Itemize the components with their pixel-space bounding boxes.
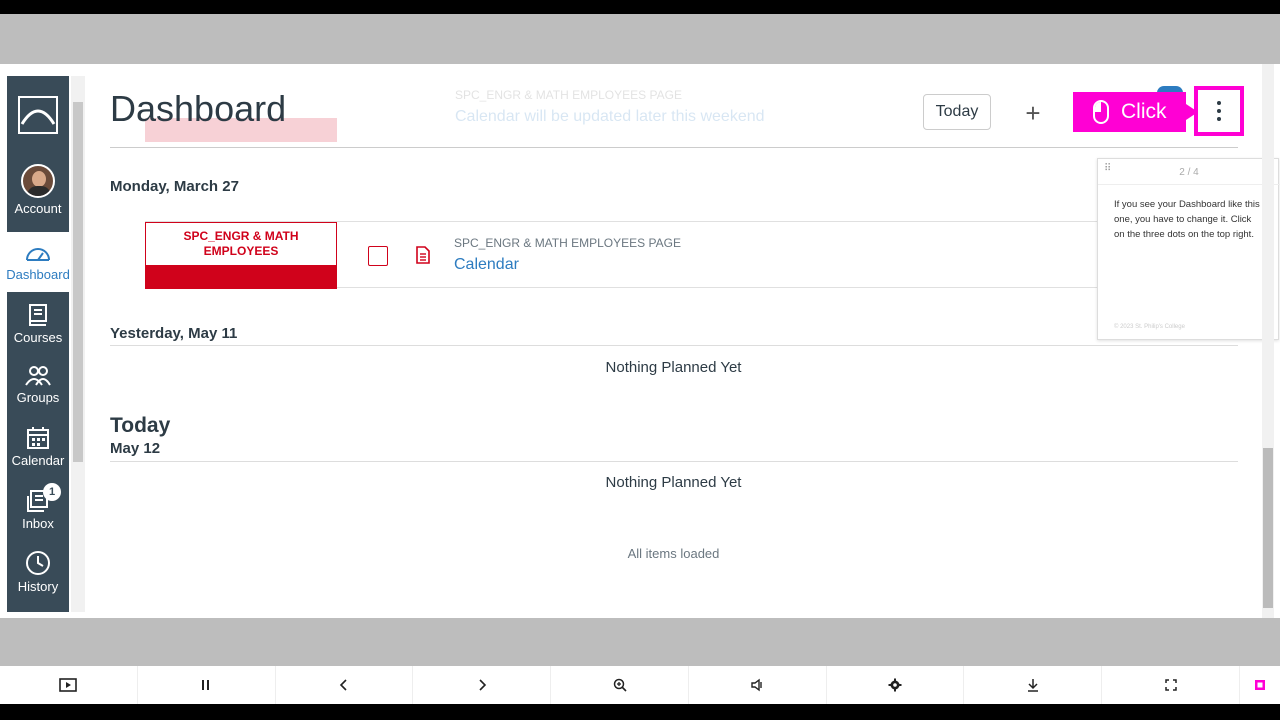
guide-tooltip: ⠿ 2 / 4 If you see your Dashboard like t… [1097,158,1280,340]
scrollbar-thumb[interactable] [1263,448,1273,608]
zoom-button[interactable] [551,666,689,704]
zoom-icon [613,678,627,692]
stop-button[interactable] [1240,666,1280,704]
previous-button[interactable] [276,666,414,704]
tooltip-header: ⠿ 2 / 4 [1098,159,1280,185]
nav-calendar-label: Calendar [11,453,65,468]
click-annotation-label: Click [1121,100,1167,123]
tooltip-step-count: 2 / 4 [1179,167,1199,178]
bottom-black-bar [0,704,1280,720]
canvas-logo[interactable] [7,76,69,154]
header-divider [110,147,1238,148]
course-badge[interactable]: SPC_ENGR & MATH EMPLOYEES [145,222,337,289]
today-date: May 12 [110,440,161,457]
day-heading-yesterday: Yesterday, May 11 [110,325,238,342]
day-divider-today [110,461,1238,462]
fullscreen-icon [1164,679,1177,691]
day-heading: Monday, March 27 [110,178,239,195]
nav-courses[interactable]: Courses [7,294,69,354]
item-title-link[interactable]: Calendar [454,256,519,274]
scrollbar-thumb[interactable] [73,102,83,462]
nav-dashboard[interactable]: Dashboard [6,232,70,292]
calendar-icon [27,427,49,449]
volume-icon [751,678,762,692]
complete-checkbox[interactable] [368,246,388,266]
dashboard-options-button[interactable] [1194,86,1244,136]
download-icon [1027,679,1038,692]
top-black-bar [0,0,1280,14]
pause-icon [202,680,210,690]
day-divider [110,345,1238,346]
stop-icon [1255,680,1266,690]
course-color-bar [146,265,336,288]
nav-history-label: History [17,579,59,594]
next-button[interactable] [413,666,552,704]
nav-inbox-label: Inbox [22,516,54,531]
letterbox-top [0,14,1280,64]
dashboard-icon [26,248,50,261]
empty-today-message: Nothing Planned Yet [605,474,742,491]
download-button[interactable] [964,666,1103,704]
add-item-button[interactable]: + [1018,98,1048,128]
main-scrollbar[interactable] [1262,64,1274,618]
item-course-label: SPC_ENGR & MATH EMPLOYEES PAGE [454,236,681,250]
click-annotation: Click [1073,92,1198,132]
all-items-loaded: All items loaded [627,546,720,561]
logo-icon [18,96,58,134]
planner-item: SPC_ENGR & MATH EMPLOYEES SPC_ENGR & MAT… [145,221,1105,289]
slideshow-icon [59,678,78,692]
today-button[interactable]: Today [923,94,991,130]
more-vertical-icon [1217,101,1221,121]
course-name: SPC_ENGR & MATH EMPLOYEES [183,229,299,258]
volume-button[interactable] [689,666,827,704]
global-nav: Account Dashboard Courses Groups Calenda… [6,76,70,612]
sidebar-scrollbar[interactable] [71,76,85,612]
nav-groups-label: Groups [16,390,60,405]
next-icon [479,679,486,691]
fullscreen-button[interactable] [1102,666,1241,704]
letterbox-bottom [0,618,1280,666]
player-controls [0,666,1280,704]
tooltip-footer: © 2023 St. Philip's College [1114,324,1185,330]
mouse-icon [1093,100,1109,124]
slideshow-button[interactable] [0,666,138,704]
pause-button[interactable] [138,666,276,704]
avatar [21,164,55,198]
nav-account-label: Account [14,201,62,216]
nav-courses-label: Courses [13,330,63,345]
settings-button[interactable] [827,666,965,704]
tooltip-text: If you see your Dashboard like this one,… [1114,199,1260,240]
canvas-screen: Account Dashboard Courses Groups Calenda… [0,64,1280,664]
today-heading: Today [110,414,171,437]
faded-course-label: SPC_ENGR & MATH EMPLOYEES PAGE [455,88,682,102]
previous-icon [339,679,347,691]
nav-dashboard-label: Dashboard [6,267,70,282]
settings-icon [888,678,902,692]
book-icon [29,304,47,326]
faded-item-title: Calendar will be updated later this week… [455,108,765,125]
page-icon [416,246,430,264]
nav-calendar[interactable]: Calendar [7,417,69,477]
empty-day-message: Nothing Planned Yet [605,359,742,376]
nav-account[interactable]: Account [7,160,69,220]
page-title: Dashboard [110,88,287,129]
